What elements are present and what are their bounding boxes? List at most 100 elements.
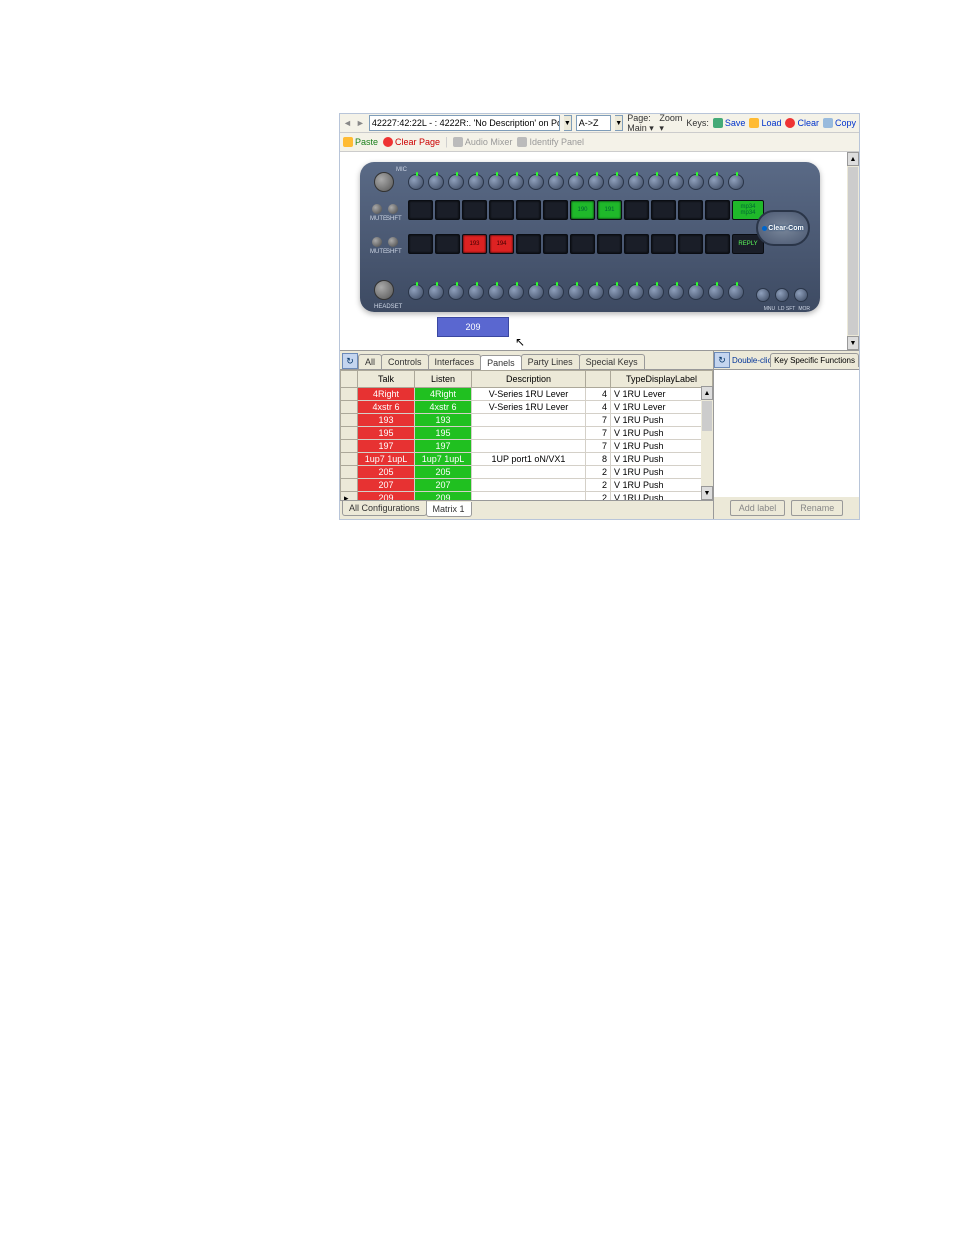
headset-knob[interactable] [374,280,394,300]
panel-key[interactable] [408,200,433,220]
panel-key[interactable] [624,234,649,254]
rotary-knob[interactable] [708,284,724,300]
rotary-knob[interactable] [728,284,744,300]
table-row[interactable]: 207207 2V 1RU Push [341,479,713,492]
table-row[interactable]: ▸2092092V 1RU Push [341,492,713,501]
shift-button-2[interactable] [388,237,398,247]
page-selector[interactable]: Page: Main ▾ [627,113,655,134]
panel-key[interactable] [543,234,568,254]
row-header[interactable] [341,427,358,440]
rotary-knob[interactable] [548,174,564,190]
count-cell[interactable]: 2 [586,466,611,479]
rotary-knob[interactable] [688,174,704,190]
table-row[interactable]: 1up7 1upL1up7 1upL1UP port1 oN/VX18V 1RU… [341,453,713,466]
listen-cell[interactable]: 193 [415,414,472,427]
talk-cell[interactable]: 205 [358,466,415,479]
panel-key[interactable] [678,200,703,220]
rotary-knob[interactable] [448,284,464,300]
panel-key[interactable] [597,234,622,254]
panel-key-193[interactable]: 193 [462,234,487,254]
table-row[interactable]: 1971977V 1RU Push [341,440,713,453]
tab-interfaces[interactable]: Interfaces [428,354,482,369]
scroll-thumb[interactable] [848,167,858,335]
rotary-knob[interactable] [588,284,604,300]
count-cell[interactable]: 7 [586,427,611,440]
table-row[interactable]: 4Right4RightV-Series 1RU Lever4V 1RU Lev… [341,388,713,401]
type-cell[interactable]: V 1RU Push [611,466,713,479]
rotary-knob[interactable] [568,284,584,300]
type-cell[interactable]: V 1RU Lever [611,388,713,401]
mic-knob[interactable] [374,172,394,192]
mor-knob[interactable] [794,288,808,302]
refresh-button[interactable]: ↻ [342,353,358,369]
listen-cell[interactable]: 207 [415,479,472,492]
panel-key[interactable] [516,200,541,220]
panel-key[interactable] [435,234,460,254]
count-cell[interactable]: 4 [586,388,611,401]
row-header[interactable] [341,440,358,453]
panel-key-191[interactable]: 191 [597,200,622,220]
talk-cell[interactable]: 207 [358,479,415,492]
row-header[interactable] [341,401,358,414]
zoom-selector[interactable]: Zoom ▾ [659,113,682,134]
grid-scrollbar[interactable]: ▲ ▼ [701,386,713,500]
table-row[interactable]: 1951957V 1RU Push [341,427,713,440]
rotary-knob[interactable] [488,284,504,300]
talk-cell[interactable]: 4xstr 6 [358,401,415,414]
sort-field[interactable]: A->Z [576,115,612,131]
scroll-up-icon[interactable]: ▲ [701,386,713,400]
type-cell[interactable]: V 1RU Lever [611,401,713,414]
tab-matrix1[interactable]: Matrix 1 [426,502,472,517]
grid-table[interactable]: TalkListenDescriptionTypeDisplayLabel4Ri… [340,370,713,500]
desc-cell[interactable] [472,440,586,453]
type-cell[interactable]: V 1RU Push [611,427,713,440]
rotary-knob[interactable] [428,174,444,190]
side-refresh-button[interactable]: ↻ [714,352,730,368]
tab-all[interactable]: All [358,354,382,369]
panel-key[interactable] [489,200,514,220]
rotary-knob[interactable] [568,174,584,190]
talk-cell[interactable]: 197 [358,440,415,453]
talk-cell[interactable]: 4Right [358,388,415,401]
panel-key[interactable] [705,200,730,220]
mute-button-2[interactable] [372,237,382,247]
rotary-knob[interactable] [408,174,424,190]
shift-button-1[interactable] [388,204,398,214]
listen-cell[interactable]: 205 [415,466,472,479]
rotary-knob[interactable] [528,284,544,300]
count-cell[interactable]: 2 [586,479,611,492]
load-button[interactable]: Load [749,118,781,128]
path-field[interactable]: 42227:42:22L - : 4222R:. 'No Description… [369,115,560,131]
type-cell[interactable]: V 1RU Push [611,453,713,466]
panel-key[interactable] [705,234,730,254]
table-row[interactable]: 4xstr 64xstr 6V-Series 1RU Lever4V 1RU L… [341,401,713,414]
desc-cell[interactable] [472,427,586,440]
desc-cell[interactable]: 1UP port1 oN/VX1 [472,453,586,466]
panel-key-194[interactable]: 194 [489,234,514,254]
row-header[interactable] [341,388,358,401]
tab-controls[interactable]: Controls [381,354,429,369]
row-header[interactable] [341,466,358,479]
panel-key[interactable] [516,234,541,254]
save-button[interactable]: Save [713,118,746,128]
count-cell[interactable]: 2 [586,492,611,501]
rotary-knob[interactable] [648,284,664,300]
panel-key-190[interactable]: 190 [570,200,595,220]
menu-knob[interactable] [756,288,770,302]
type-cell[interactable]: V 1RU Push [611,492,713,501]
type-cell[interactable]: V 1RU Push [611,414,713,427]
path-dropdown-icon[interactable]: ▼ [564,115,572,131]
talk-cell[interactable]: 193 [358,414,415,427]
nav-fwd-icon[interactable]: ► [356,118,365,128]
table-row[interactable]: 205205 2V 1RU Push [341,466,713,479]
mute-button-1[interactable] [372,204,382,214]
copy-button[interactable]: Copy [823,118,856,128]
rotary-knob[interactable] [468,284,484,300]
table-row[interactable]: 1931937V 1RU Push [341,414,713,427]
count-cell[interactable]: 8 [586,453,611,466]
type-cell[interactable]: V 1RU Push [611,479,713,492]
rotary-knob[interactable] [488,174,504,190]
tab-panels[interactable]: Panels [480,355,522,370]
talk-cell[interactable]: 209 [358,492,415,501]
sort-dropdown-icon[interactable]: ▼ [615,115,623,131]
